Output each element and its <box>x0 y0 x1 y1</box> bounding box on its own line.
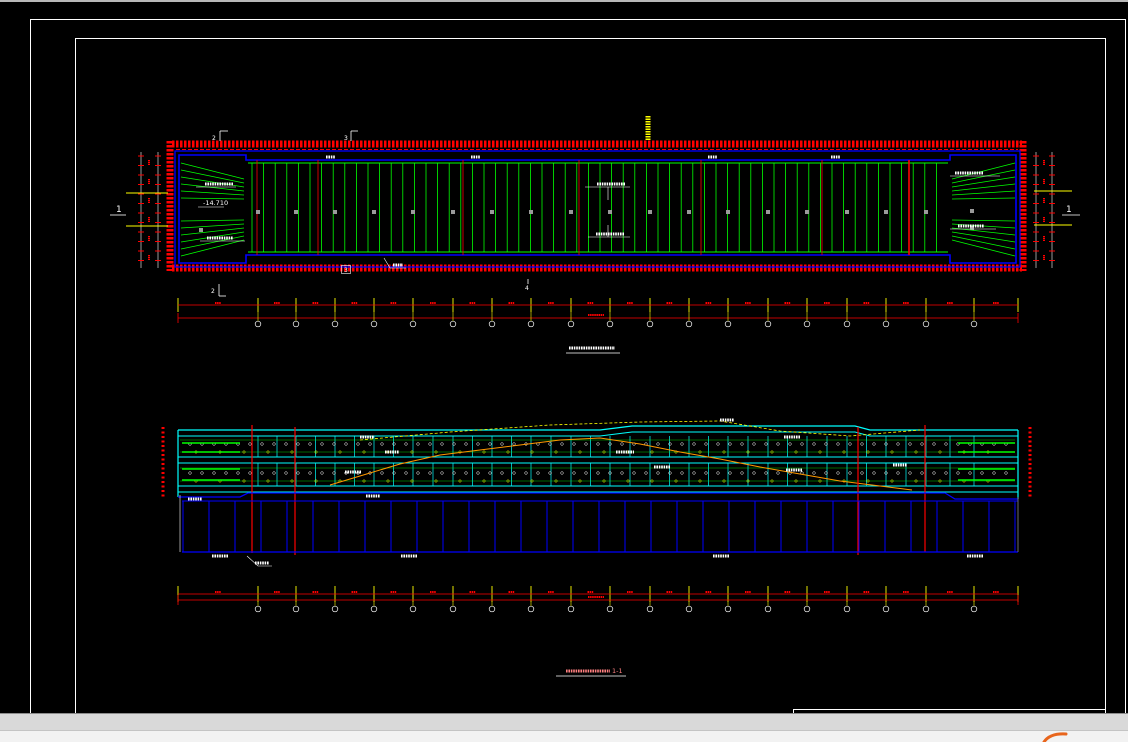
column-marker <box>372 210 376 214</box>
status-bar <box>0 713 1128 742</box>
cut-mark-bottom-right: 4 <box>525 285 529 292</box>
column-marker <box>884 210 888 214</box>
orange-logo-arc <box>1042 732 1068 742</box>
column-marker <box>411 210 415 214</box>
cut-mark-bottom-middle: 3 <box>344 267 348 274</box>
window-top-border <box>0 0 1128 2</box>
column-marker <box>924 210 928 214</box>
cut-mark-top-left: 2 <box>212 135 216 142</box>
column-marker <box>199 228 203 232</box>
orange-logo-icon <box>1042 732 1068 742</box>
status-strip <box>0 730 1128 742</box>
drawing-canvas[interactable]: -14.710 1 1 2 3 2 3 4 1-1 <box>0 0 1128 713</box>
cut-mark-bottom-left: 2 <box>211 288 215 295</box>
column-marker <box>569 210 573 214</box>
column-marker <box>766 210 770 214</box>
column-marker <box>451 210 455 214</box>
column-marker <box>529 210 533 214</box>
column-marker <box>726 210 730 214</box>
column-marker <box>294 210 298 214</box>
column-marker <box>805 210 809 214</box>
column-marker <box>256 210 260 214</box>
section-mark-left: 1 <box>116 205 122 215</box>
column-marker <box>333 210 337 214</box>
cut-mark-top-middle: 3 <box>344 135 348 142</box>
column-marker <box>845 210 849 214</box>
column-marker <box>490 210 494 214</box>
cad-viewer-window: -14.710 1 1 2 3 2 3 4 1-1 <box>0 0 1128 742</box>
elevation-label: -14.710 <box>203 199 228 207</box>
canvas-background <box>0 0 1128 713</box>
column-marker <box>970 209 974 213</box>
column-marker <box>648 210 652 214</box>
column-marker <box>608 210 612 214</box>
section-mark-right: 1 <box>1066 205 1072 215</box>
section-title-number: 1-1 <box>612 667 623 675</box>
column-marker <box>687 210 691 214</box>
